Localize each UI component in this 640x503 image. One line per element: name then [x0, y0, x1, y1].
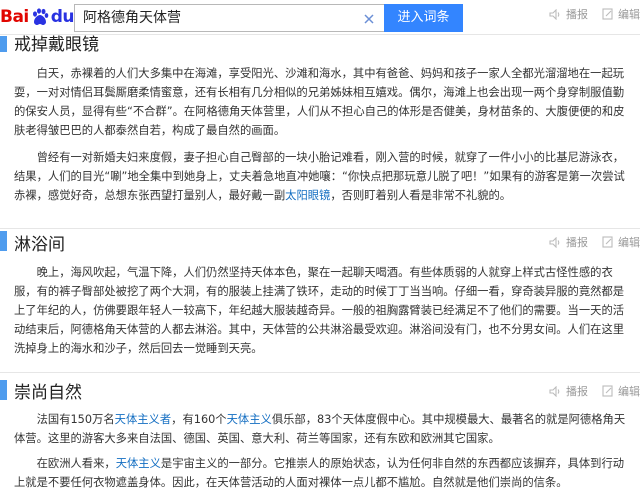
- edit-label: 编辑: [618, 8, 640, 21]
- record-label: 播报: [566, 236, 588, 249]
- paragraph-text: ，有160个: [171, 413, 227, 426]
- section-accent-bar: [0, 36, 7, 52]
- logo-text: du: [50, 7, 75, 27]
- record-label: 播报: [566, 8, 588, 21]
- section-divider: [0, 228, 640, 229]
- paragraph: 在欧洲人看来，天体主义是宇宙主义的一部分。它推崇人的原始状态，认为任何非自然的东…: [14, 454, 626, 492]
- close-icon[interactable]: [362, 12, 376, 26]
- section-accent-bar: [0, 380, 7, 400]
- link-naturism[interactable]: 天体主义: [116, 457, 161, 470]
- section-actions: 播报 编辑: [535, 383, 640, 399]
- record-label: 播报: [566, 385, 588, 398]
- edit-button[interactable]: 编辑: [602, 383, 640, 399]
- enter-entry-button[interactable]: 进入词条: [384, 4, 463, 32]
- speaker-icon: [549, 385, 560, 397]
- paragraph-text: 在欧洲人看来，: [36, 457, 116, 470]
- paragraph: 晚上，海风吹起，气温下降，人们仍然坚持天体本色，聚在一起聊天喝酒。有些体质弱的人…: [14, 266, 625, 355]
- edit-icon: [602, 385, 613, 397]
- edit-icon: [602, 8, 613, 20]
- edit-icon: [602, 236, 613, 248]
- link-naturism[interactable]: 天体主义: [227, 413, 272, 426]
- edit-label: 编辑: [618, 385, 640, 398]
- section-divider: [0, 372, 640, 373]
- paragraph: 法国有150万名天体主义者，有160个天体主义俱乐部，83个天体度假中心。其中规…: [14, 410, 626, 448]
- record-button[interactable]: 播报: [549, 383, 588, 399]
- paragraph-text: 法国有150万名: [36, 413, 115, 426]
- link-sunglasses[interactable]: 太阳眼镜: [285, 189, 330, 202]
- paragraph: 曾经有一对新婚夫妇来度假，妻子担心自己臀部的一块小胎记难看，刚入营的时候，就穿了…: [14, 148, 626, 205]
- speaker-icon: [549, 8, 560, 20]
- edit-button[interactable]: 编辑: [602, 234, 640, 250]
- section-title-nature: 崇尚自然: [14, 383, 82, 403]
- top-search-bar: Bai du 百科 阿格德角天体营 进入词条 播报 编辑: [0, 0, 640, 35]
- logo-text: Bai: [0, 7, 29, 27]
- paw-icon: [32, 8, 49, 25]
- top-actions: 播报 编辑: [535, 4, 640, 24]
- link-naturist[interactable]: 天体主义者: [115, 413, 172, 426]
- paragraph: 白天，赤裸着的人们大多集中在海滩，享受阳光、沙滩和海水，其中有爸爸、妈妈和孩子一…: [14, 67, 625, 137]
- record-button[interactable]: 播报: [549, 234, 588, 250]
- section-title-shower: 淋浴间: [14, 235, 65, 255]
- section-actions: 播报 编辑: [535, 234, 640, 250]
- speaker-icon: [549, 236, 560, 248]
- search-input[interactable]: 阿格德角天体营: [74, 4, 384, 32]
- record-button[interactable]: 播报: [549, 6, 588, 22]
- edit-label: 编辑: [618, 236, 640, 249]
- paragraph-text: ，否则盯着别人看是非常不礼貌的。: [330, 189, 512, 202]
- edit-button[interactable]: 编辑: [602, 6, 640, 22]
- section-accent-bar: [0, 231, 7, 251]
